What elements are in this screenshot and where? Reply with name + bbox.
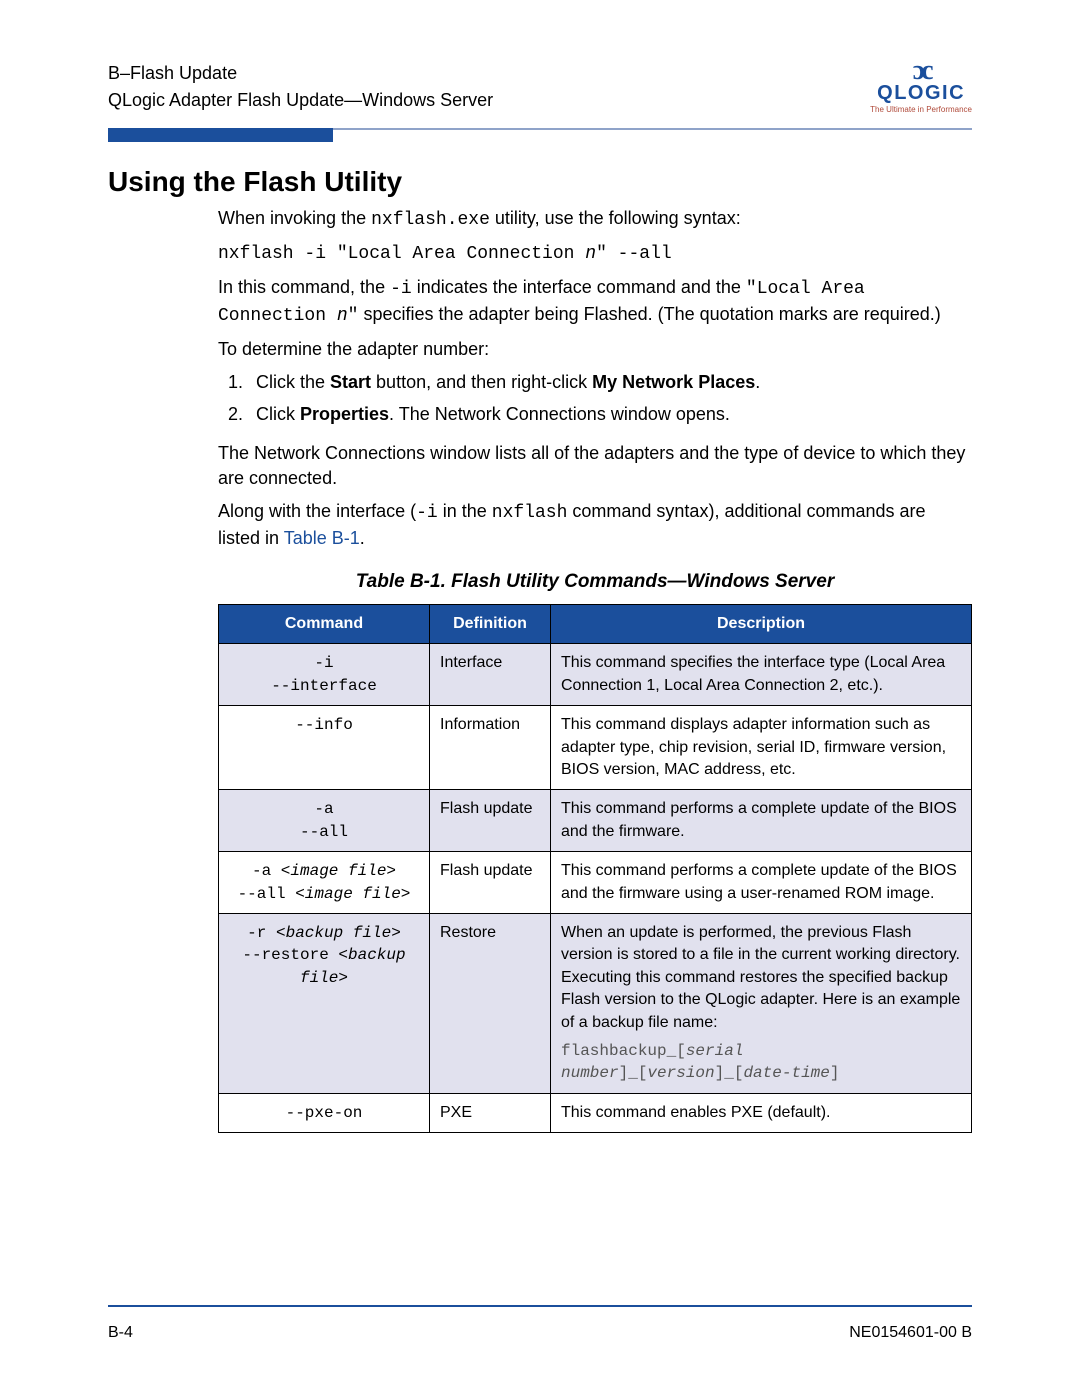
desc-cell: This command performs a complete update … [551, 790, 972, 852]
footer-page: B-4 [108, 1324, 133, 1342]
intro-p5: Along with the interface (-i in the nxfl… [218, 499, 972, 551]
header-line1: B–Flash Update [108, 60, 493, 87]
step-2: Click Properties. The Network Connection… [248, 402, 972, 427]
table-row: -i--interfaceInterfaceThis command speci… [219, 644, 972, 706]
cmd-cell: -r <backup file>--restore <backup file> [219, 913, 430, 1093]
cmd-cell: -a <image file>--all <image file> [219, 852, 430, 914]
page-footer: B-4 NE0154601-00 B [108, 1324, 972, 1342]
th-definition: Definition [430, 605, 551, 644]
logo-icon: ɔc [870, 60, 972, 82]
step-1: Click the Start button, and then right-c… [248, 370, 972, 395]
table-row: --infoInformationThis command displays a… [219, 706, 972, 790]
header-line2: QLogic Adapter Flash Update—Windows Serv… [108, 87, 493, 114]
desc-cell: When an update is performed, the previou… [551, 913, 972, 1093]
def-cell: Information [430, 706, 551, 790]
cmd-cell: --info [219, 706, 430, 790]
desc-cell: This command enables PXE (default). [551, 1093, 972, 1132]
table-row: -a <image file>--all <image file>Flash u… [219, 852, 972, 914]
def-cell: Interface [430, 644, 551, 706]
cmd-cell: -i--interface [219, 644, 430, 706]
intro-p2: In this command, the -i indicates the in… [218, 275, 972, 329]
table-row: --pxe-onPXEThis command enables PXE (def… [219, 1093, 972, 1132]
def-cell: Flash update [430, 790, 551, 852]
section-title: Using the Flash Utility [108, 166, 972, 198]
qlogic-logo: ɔc QLOGIC The Ultimate in Performance [870, 60, 972, 114]
def-cell: Flash update [430, 852, 551, 914]
commands-table: Command Definition Description -i--inter… [218, 604, 972, 1133]
desc-cell: This command displays adapter informatio… [551, 706, 972, 790]
desc-cell: This command performs a complete update … [551, 852, 972, 914]
th-description: Description [551, 605, 972, 644]
footer-rule [108, 1305, 972, 1307]
body-content: When invoking the nxflash.exe utility, u… [218, 206, 972, 1133]
intro-p3: To determine the adapter number: [218, 337, 972, 362]
syntax-line: nxflash -i "Local Area Connection n" --a… [218, 242, 972, 267]
logo-text: QLOGIC [870, 82, 972, 105]
def-cell: PXE [430, 1093, 551, 1132]
steps-list: Click the Start button, and then right-c… [218, 370, 972, 426]
header-rule [108, 128, 972, 142]
footer-docid: NE0154601-00 B [849, 1324, 972, 1342]
desc-cell: This command specifies the interface typ… [551, 644, 972, 706]
cmd-cell: --pxe-on [219, 1093, 430, 1132]
def-cell: Restore [430, 913, 551, 1093]
logo-tagline: The Ultimate in Performance [870, 105, 972, 114]
th-command: Command [219, 605, 430, 644]
cmd-cell: -a--all [219, 790, 430, 852]
intro-p4: The Network Connections window lists all… [218, 441, 972, 491]
table-row: -r <backup file>--restore <backup file>R… [219, 913, 972, 1093]
table-row: -a--allFlash updateThis command performs… [219, 790, 972, 852]
table-caption: Table B-1. Flash Utility Commands—Window… [218, 569, 972, 596]
table-ref-link[interactable]: Table B-1 [284, 528, 360, 548]
page-header: B–Flash Update QLogic Adapter Flash Upda… [108, 60, 972, 114]
intro-p1: When invoking the nxflash.exe utility, u… [218, 206, 972, 233]
